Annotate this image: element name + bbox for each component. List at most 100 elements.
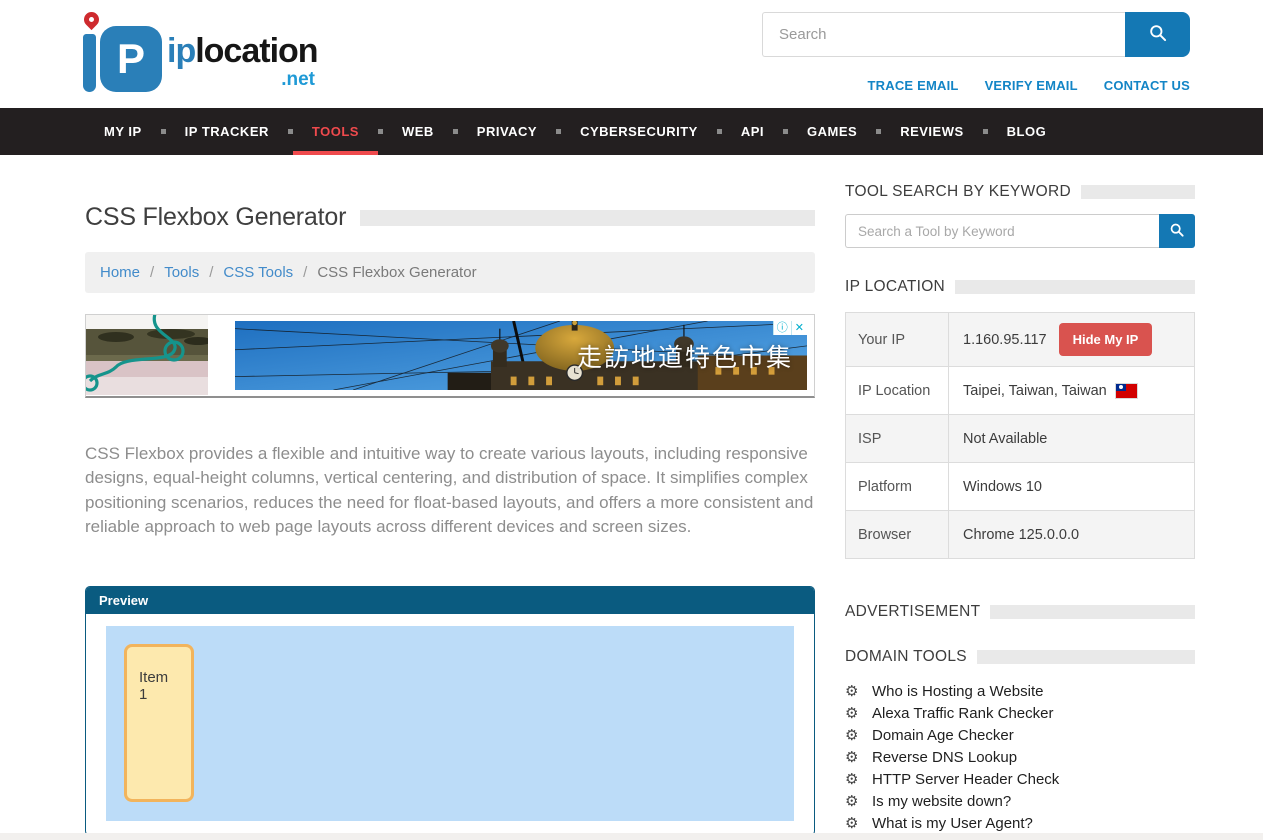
ad-close-icon[interactable]: ✕ <box>791 321 807 335</box>
advertisement-header: ADVERTISEMENT <box>845 603 1195 621</box>
tool-link[interactable]: Who is Hosting a Website <box>872 683 1043 700</box>
tool-search-input[interactable] <box>845 214 1159 248</box>
row-value: Taipei, Taiwan, Taiwan <box>949 367 1194 414</box>
main-nav: MY IP IP TRACKER TOOLS WEB PRIVACY CYBER… <box>0 108 1263 155</box>
flex-preview-container: Item 1 <box>106 626 794 821</box>
nav-item-tools[interactable]: TOOLS <box>293 108 378 155</box>
logo-word-location: location <box>195 32 317 70</box>
header-right: TRACE EMAIL VERIFY EMAIL CONTACT US <box>762 12 1190 93</box>
list-item[interactable]: ⚙ Is my website down? <box>845 790 1195 812</box>
table-row: Your IP 1.160.95.117 Hide My IP <box>846 313 1194 367</box>
breadcrumb-current: CSS Flexbox Generator <box>317 264 476 281</box>
tool-link[interactable]: What is my User Agent? <box>872 815 1033 832</box>
list-item[interactable]: ⚙ What is my User Agent? <box>845 812 1195 834</box>
row-label: Your IP <box>846 313 949 366</box>
gear-icon: ⚙ <box>845 814 872 832</box>
ad-headline: 走訪地道特色市集 <box>577 338 793 374</box>
ad-info-icon[interactable]: ⓘ <box>773 321 791 335</box>
breadcrumb-css-tools[interactable]: CSS Tools <box>223 264 293 281</box>
row-label: ISP <box>846 415 949 462</box>
site-header: P iplocation .net TRACE EMAIL <box>0 0 1263 108</box>
list-item[interactable]: ⚙ Alexa Traffic Rank Checker <box>845 702 1195 724</box>
nav-item-blog[interactable]: BLOG <box>988 108 1066 155</box>
nav-item-reviews[interactable]: REVIEWS <box>881 108 982 155</box>
title-row: CSS Flexbox Generator <box>85 203 815 232</box>
page-title: CSS Flexbox Generator <box>85 203 346 232</box>
list-item[interactable]: ⚙ Domain Age Checker <box>845 724 1195 746</box>
tool-search-box <box>845 214 1195 248</box>
tool-link[interactable]: Reverse DNS Lookup <box>872 749 1017 766</box>
trace-email-link[interactable]: TRACE EMAIL <box>868 78 959 93</box>
main-column: CSS Flexbox Generator Home / Tools / CSS… <box>85 155 815 836</box>
tool-search-title: TOOL SEARCH BY KEYWORD <box>845 183 1071 201</box>
breadcrumb-tools[interactable]: Tools <box>164 264 199 281</box>
nav-item-api[interactable]: API <box>722 108 783 155</box>
list-item[interactable]: ⚙ Who is Hosting a Website <box>845 680 1195 702</box>
domain-tools-header: DOMAIN TOOLS <box>845 648 1195 666</box>
list-item[interactable]: ⚙ Reverse DNS Lookup <box>845 746 1195 768</box>
header-decoration-bar <box>955 280 1195 294</box>
domain-tools-title: DOMAIN TOOLS <box>845 648 967 666</box>
logo-mark-icon: P <box>75 8 165 100</box>
search-button[interactable] <box>1125 12 1190 57</box>
logo-word-ip: ip <box>167 32 195 70</box>
ip-location-table: Your IP 1.160.95.117 Hide My IP IP Locat… <box>845 312 1195 559</box>
location-pin-icon <box>81 9 102 30</box>
search-input[interactable] <box>762 12 1125 57</box>
tool-search-button[interactable] <box>1159 214 1195 248</box>
logo-tld: .net <box>167 69 315 91</box>
row-label: Platform <box>846 463 949 510</box>
nav-item-web[interactable]: WEB <box>383 108 453 155</box>
domain-tools-list: ⚙ Who is Hosting a Website ⚙ Alexa Traff… <box>845 680 1195 834</box>
preview-panel-header: Preview <box>86 587 814 614</box>
breadcrumb-separator: / <box>150 264 154 281</box>
verify-email-link[interactable]: VERIFY EMAIL <box>985 78 1078 93</box>
gear-icon: ⚙ <box>845 704 872 722</box>
ip-address-value: 1.160.95.117 <box>963 332 1047 348</box>
header-decoration-bar <box>990 605 1195 619</box>
nav-item-cybersecurity[interactable]: CYBERSECURITY <box>561 108 717 155</box>
tool-description: CSS Flexbox provides a flexible and intu… <box>85 442 815 539</box>
tool-link[interactable]: Is my website down? <box>872 793 1011 810</box>
table-row: IP Location Taipei, Taiwan, Taiwan <box>846 367 1194 415</box>
ad-right-image[interactable]: 走訪地道特色市集 ⓘ ✕ <box>235 321 807 390</box>
header-links: TRACE EMAIL VERIFY EMAIL CONTACT US <box>762 78 1190 93</box>
ad-left-image[interactable] <box>86 315 208 395</box>
title-decoration-bar <box>360 210 815 226</box>
ip-location-title: IP LOCATION <box>845 278 945 296</box>
logo-i-glyph <box>83 34 96 92</box>
breadcrumb-home[interactable]: Home <box>100 264 140 281</box>
nav-item-my-ip[interactable]: MY IP <box>85 108 161 155</box>
logo-monogram: P <box>117 35 145 83</box>
tool-link[interactable]: HTTP Server Header Check <box>872 771 1059 788</box>
nav-item-privacy[interactable]: PRIVACY <box>458 108 556 155</box>
preview-panel: Preview Item 1 <box>85 586 815 836</box>
tool-link[interactable]: Domain Age Checker <box>872 727 1014 744</box>
contact-us-link[interactable]: CONTACT US <box>1104 78 1190 93</box>
ad-choice-icons: ⓘ ✕ <box>773 321 807 335</box>
ad-banner[interactable]: 走訪地道特色市集 ⓘ ✕ <box>85 314 815 398</box>
tool-link[interactable]: Alexa Traffic Rank Checker <box>872 705 1053 722</box>
header-decoration-bar <box>1081 185 1195 199</box>
preview-panel-body: Item 1 <box>86 614 814 833</box>
breadcrumb: Home / Tools / CSS Tools / CSS Flexbox G… <box>85 252 815 293</box>
breadcrumb-separator: / <box>209 264 213 281</box>
row-value: Chrome 125.0.0.0 <box>949 511 1194 558</box>
list-item[interactable]: ⚙ HTTP Server Header Check <box>845 768 1195 790</box>
site-logo[interactable]: P iplocation .net <box>75 8 315 100</box>
search-icon <box>1148 23 1168 46</box>
row-value: Not Available <box>949 415 1194 462</box>
hide-my-ip-button[interactable]: Hide My IP <box>1059 323 1153 356</box>
logo-p-glyph: P <box>100 26 162 92</box>
flex-preview-item[interactable]: Item 1 <box>124 644 194 802</box>
row-value: 1.160.95.117 Hide My IP <box>949 313 1194 366</box>
nav-item-ip-tracker[interactable]: IP TRACKER <box>166 108 288 155</box>
ip-location-header: IP LOCATION <box>845 278 1195 296</box>
row-label: IP Location <box>846 367 949 414</box>
taiwan-flag-icon <box>1116 384 1137 398</box>
nav-item-games[interactable]: GAMES <box>788 108 876 155</box>
footer-strip <box>0 833 1263 840</box>
gear-icon: ⚙ <box>845 682 872 700</box>
gear-icon: ⚙ <box>845 726 872 744</box>
breadcrumb-separator: / <box>303 264 307 281</box>
